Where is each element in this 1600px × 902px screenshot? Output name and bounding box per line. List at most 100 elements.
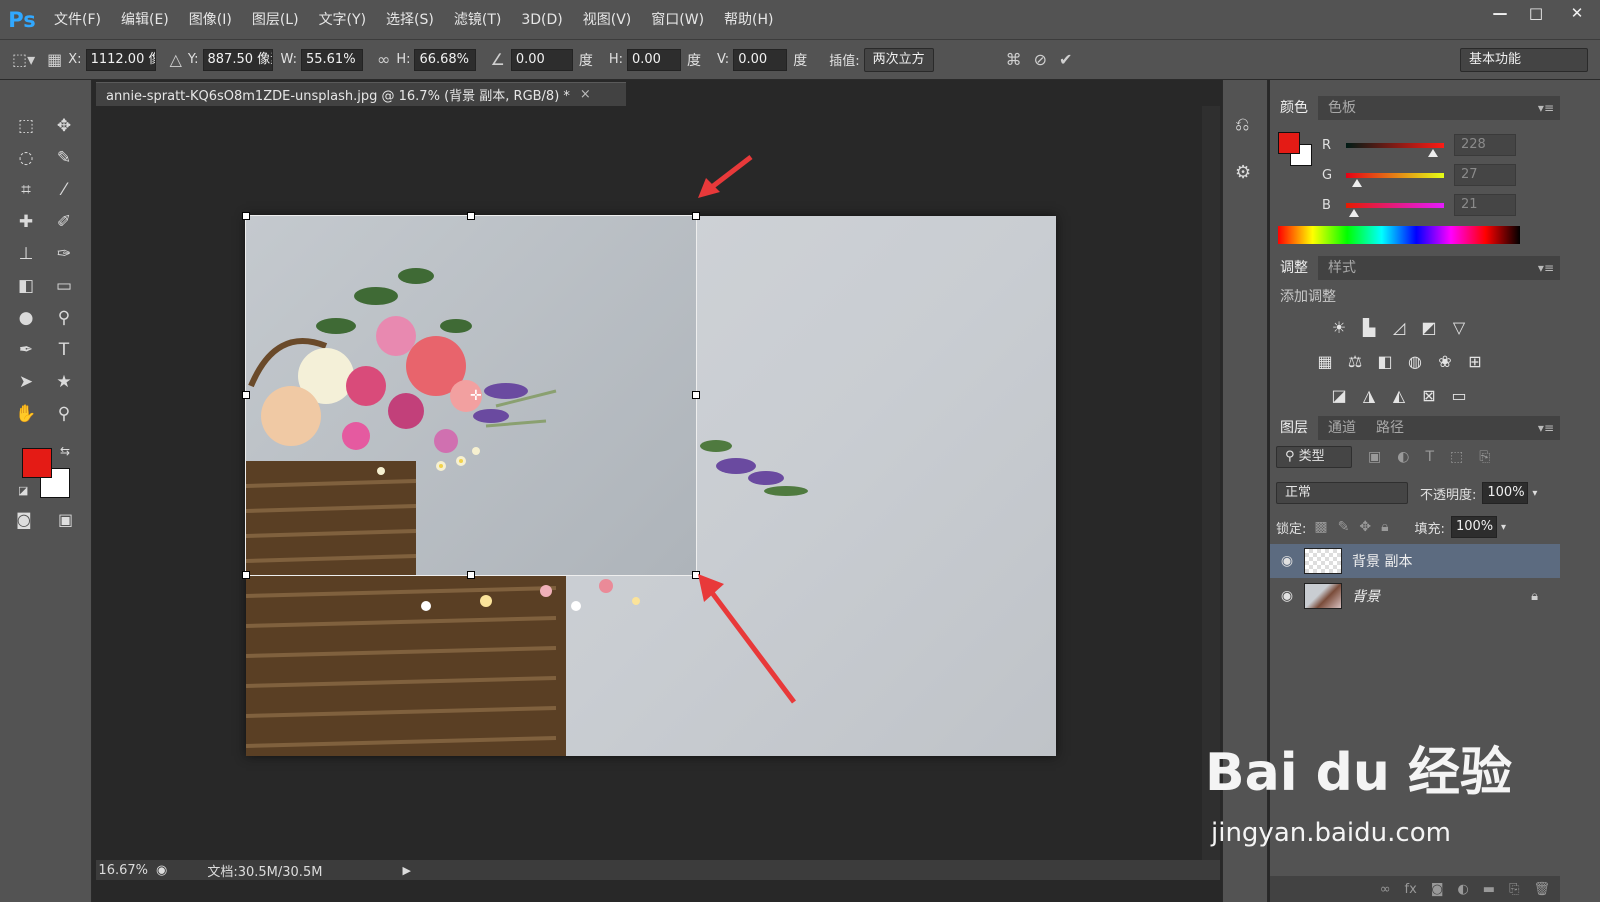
- hand-tool-icon[interactable]: ✋: [10, 402, 42, 426]
- tab-paths[interactable]: 路径: [1366, 416, 1414, 440]
- color-balance-icon[interactable]: ⚖: [1340, 352, 1370, 371]
- transform-handle-top[interactable]: [467, 212, 475, 220]
- color-spectrum[interactable]: [1278, 226, 1520, 244]
- transform-handle-right[interactable]: [692, 391, 700, 399]
- red-value[interactable]: 228: [1454, 134, 1516, 156]
- panel-foreground-swatch[interactable]: [1278, 132, 1300, 154]
- posterize-icon[interactable]: ◮: [1354, 386, 1384, 405]
- new-adjustment-icon[interactable]: ◐: [1457, 882, 1468, 897]
- transform-handle-bottom[interactable]: [467, 571, 475, 579]
- workspace-select[interactable]: 基本功能: [1460, 48, 1588, 72]
- tab-color[interactable]: 颜色: [1270, 96, 1318, 120]
- close-button[interactable]: ✕: [1554, 0, 1600, 26]
- menu-image[interactable]: 图像(I): [179, 0, 242, 40]
- link-layers-icon[interactable]: ∞: [1380, 882, 1391, 897]
- menu-file[interactable]: 文件(F): [44, 0, 111, 40]
- blur-tool-icon[interactable]: ●: [10, 306, 42, 330]
- dodge-tool-icon[interactable]: ⚲: [48, 306, 80, 330]
- width-input[interactable]: 55.61%: [300, 48, 363, 71]
- properties-panel-icon[interactable]: ⚙: [1235, 162, 1251, 183]
- history-brush-tool-icon[interactable]: ✑: [48, 242, 80, 266]
- warp-icon[interactable]: ⌘: [1006, 50, 1022, 69]
- lock-all-icon[interactable]: 🔒︎: [1381, 519, 1388, 535]
- levels-icon[interactable]: ▙: [1354, 318, 1384, 337]
- lock-position-icon[interactable]: ✥: [1359, 519, 1371, 535]
- menu-select[interactable]: 选择(S): [376, 0, 444, 40]
- move-tool-icon[interactable]: ✥: [48, 114, 80, 138]
- stamp-tool-icon[interactable]: ⊥: [10, 242, 42, 266]
- commit-transform-icon[interactable]: ✔: [1059, 50, 1072, 69]
- filter-adjust-icon[interactable]: ◐: [1397, 449, 1409, 465]
- green-slider[interactable]: [1346, 172, 1444, 187]
- quick-mask-icon[interactable]: ◙: [16, 510, 32, 529]
- move-tool-preset-icon[interactable]: ⬚▾: [12, 50, 35, 69]
- zoom-tool-icon[interactable]: ⚲: [48, 402, 80, 426]
- gradient-map-icon[interactable]: ▭: [1444, 386, 1474, 405]
- gradient-tool-icon[interactable]: ▭: [48, 274, 80, 298]
- selective-color-icon[interactable]: ⊠: [1414, 386, 1444, 405]
- green-value[interactable]: 27: [1454, 164, 1516, 186]
- opacity-dropdown-icon[interactable]: ▾: [1532, 488, 1537, 499]
- menu-help[interactable]: 帮助(H): [714, 0, 783, 40]
- crop-tool-icon[interactable]: ⌗: [10, 178, 42, 202]
- layer-visibility-eye-icon[interactable]: ◉: [1270, 588, 1304, 604]
- tab-swatches[interactable]: 色板: [1318, 96, 1366, 120]
- y-input[interactable]: 887.50 像素: [202, 48, 273, 71]
- tab-layers[interactable]: 图层: [1270, 416, 1318, 440]
- delete-layer-icon[interactable]: 🗑︎: [1533, 882, 1550, 897]
- blue-slider[interactable]: [1346, 202, 1444, 217]
- status-info-icon[interactable]: ◉: [156, 863, 167, 878]
- transform-handle-left[interactable]: [242, 391, 250, 399]
- menu-view[interactable]: 视图(V): [573, 0, 642, 40]
- invert-icon[interactable]: ◪: [1324, 386, 1354, 405]
- h-skew-input[interactable]: 0.00: [626, 48, 681, 71]
- new-layer-icon[interactable]: ⎘: [1509, 882, 1519, 897]
- panel-menu-icon[interactable]: ▾≡: [1538, 261, 1554, 275]
- default-colors-icon[interactable]: ◪: [18, 484, 28, 497]
- green-slider-thumb[interactable]: [1351, 178, 1362, 187]
- vibrance-icon[interactable]: ▽: [1444, 318, 1474, 337]
- red-slider[interactable]: [1346, 142, 1444, 157]
- photo-filter-icon[interactable]: ◍: [1400, 352, 1430, 371]
- curves-icon[interactable]: ◿: [1384, 318, 1414, 337]
- transform-handle-bottom-left[interactable]: [242, 571, 250, 579]
- transform-handle-top-left[interactable]: [242, 212, 250, 220]
- reference-point-icon[interactable]: ▦: [47, 50, 62, 69]
- menu-type[interactable]: 文字(Y): [309, 0, 376, 40]
- type-tool-icon[interactable]: T: [48, 338, 80, 362]
- blue-slider-thumb[interactable]: [1348, 208, 1359, 217]
- history-panel-icon[interactable]: ⎌: [1235, 114, 1249, 135]
- layer-background[interactable]: ◉ 背景 🔒︎: [1270, 579, 1560, 613]
- fill-input[interactable]: 100%: [1450, 516, 1497, 538]
- lock-transparent-icon[interactable]: ▩: [1314, 519, 1327, 535]
- brush-tool-icon[interactable]: ✐: [48, 210, 80, 234]
- channel-mixer-icon[interactable]: ❀: [1430, 352, 1460, 371]
- angle-input[interactable]: 0.00: [510, 48, 573, 71]
- swap-colors-icon[interactable]: ⇆: [60, 444, 70, 458]
- document-tab[interactable]: annie-spratt-KQ6sO8m1ZDE-unsplash.jpg @ …: [96, 82, 626, 106]
- close-document-icon[interactable]: ×: [580, 87, 591, 102]
- add-mask-icon[interactable]: ◙: [1431, 882, 1444, 897]
- blue-value[interactable]: 21: [1454, 194, 1516, 216]
- path-select-tool-icon[interactable]: ➤: [10, 370, 42, 394]
- zoom-level[interactable]: 16.67%: [96, 863, 156, 878]
- menu-layer[interactable]: 图层(L): [242, 0, 309, 40]
- foreground-color-swatch[interactable]: [22, 448, 52, 478]
- interpolation-select[interactable]: 两次立方: [863, 47, 934, 72]
- relative-position-icon[interactable]: △: [170, 50, 182, 69]
- tab-channels[interactable]: 通道: [1318, 416, 1366, 440]
- v-skew-input[interactable]: 0.00: [733, 48, 788, 71]
- height-input[interactable]: 66.68%: [414, 48, 477, 71]
- brightness-icon[interactable]: ☀: [1324, 318, 1354, 337]
- screen-mode-icon[interactable]: ▣: [58, 510, 73, 529]
- transform-handle-top-right[interactable]: [692, 212, 700, 220]
- cancel-transform-icon[interactable]: ⊘: [1034, 50, 1047, 69]
- filter-type-icon[interactable]: T: [1425, 449, 1434, 465]
- layer-style-icon[interactable]: fx: [1405, 882, 1417, 897]
- blend-mode-select[interactable]: 正常: [1276, 482, 1408, 504]
- hue-saturation-icon[interactable]: ▦: [1310, 352, 1340, 371]
- minimize-button[interactable]: —: [1482, 0, 1518, 26]
- tab-styles[interactable]: 样式: [1318, 256, 1366, 280]
- transform-layer-copy[interactable]: ✛: [245, 215, 697, 576]
- fill-dropdown-icon[interactable]: ▾: [1501, 522, 1506, 533]
